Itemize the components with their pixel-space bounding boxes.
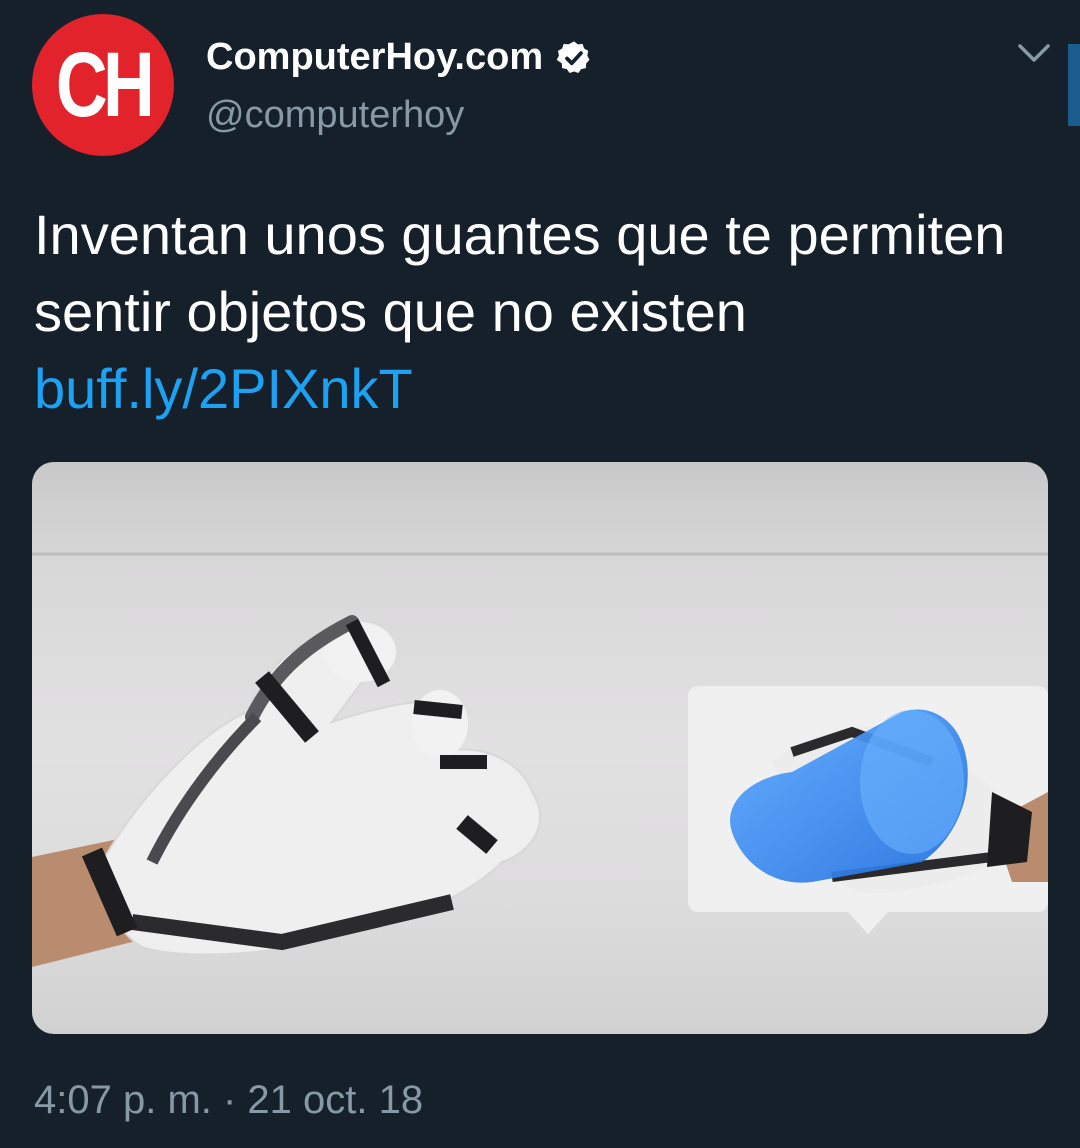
display-name[interactable]: ComputerHoy.com <box>206 36 543 79</box>
avatar[interactable]: CH <box>32 14 174 156</box>
tweet: CH ComputerHoy.com @computerhoy Inventan… <box>0 0 1080 1148</box>
haptic-glove-illustration <box>32 552 1048 967</box>
handle[interactable]: @computerhoy <box>206 94 464 137</box>
chevron-down-icon[interactable] <box>1016 40 1052 68</box>
tweet-media-photo[interactable] <box>32 462 1048 1034</box>
tweet-link[interactable]: buff.ly/2PIXnkT <box>34 357 413 420</box>
avatar-logo-text: CH <box>55 33 155 136</box>
tweet-text: Inventan unos guantes que te permiten se… <box>34 196 1044 427</box>
display-name-row[interactable]: ComputerHoy.com <box>206 36 593 79</box>
verified-badge-icon <box>556 40 590 73</box>
tweet-timestamp[interactable]: 4:07 p. m. · 21 oct. 18 <box>34 1078 423 1123</box>
tweet-body: Inventan unos guantes que te permiten se… <box>34 203 1006 343</box>
scroll-edge-indicator <box>1068 44 1080 126</box>
